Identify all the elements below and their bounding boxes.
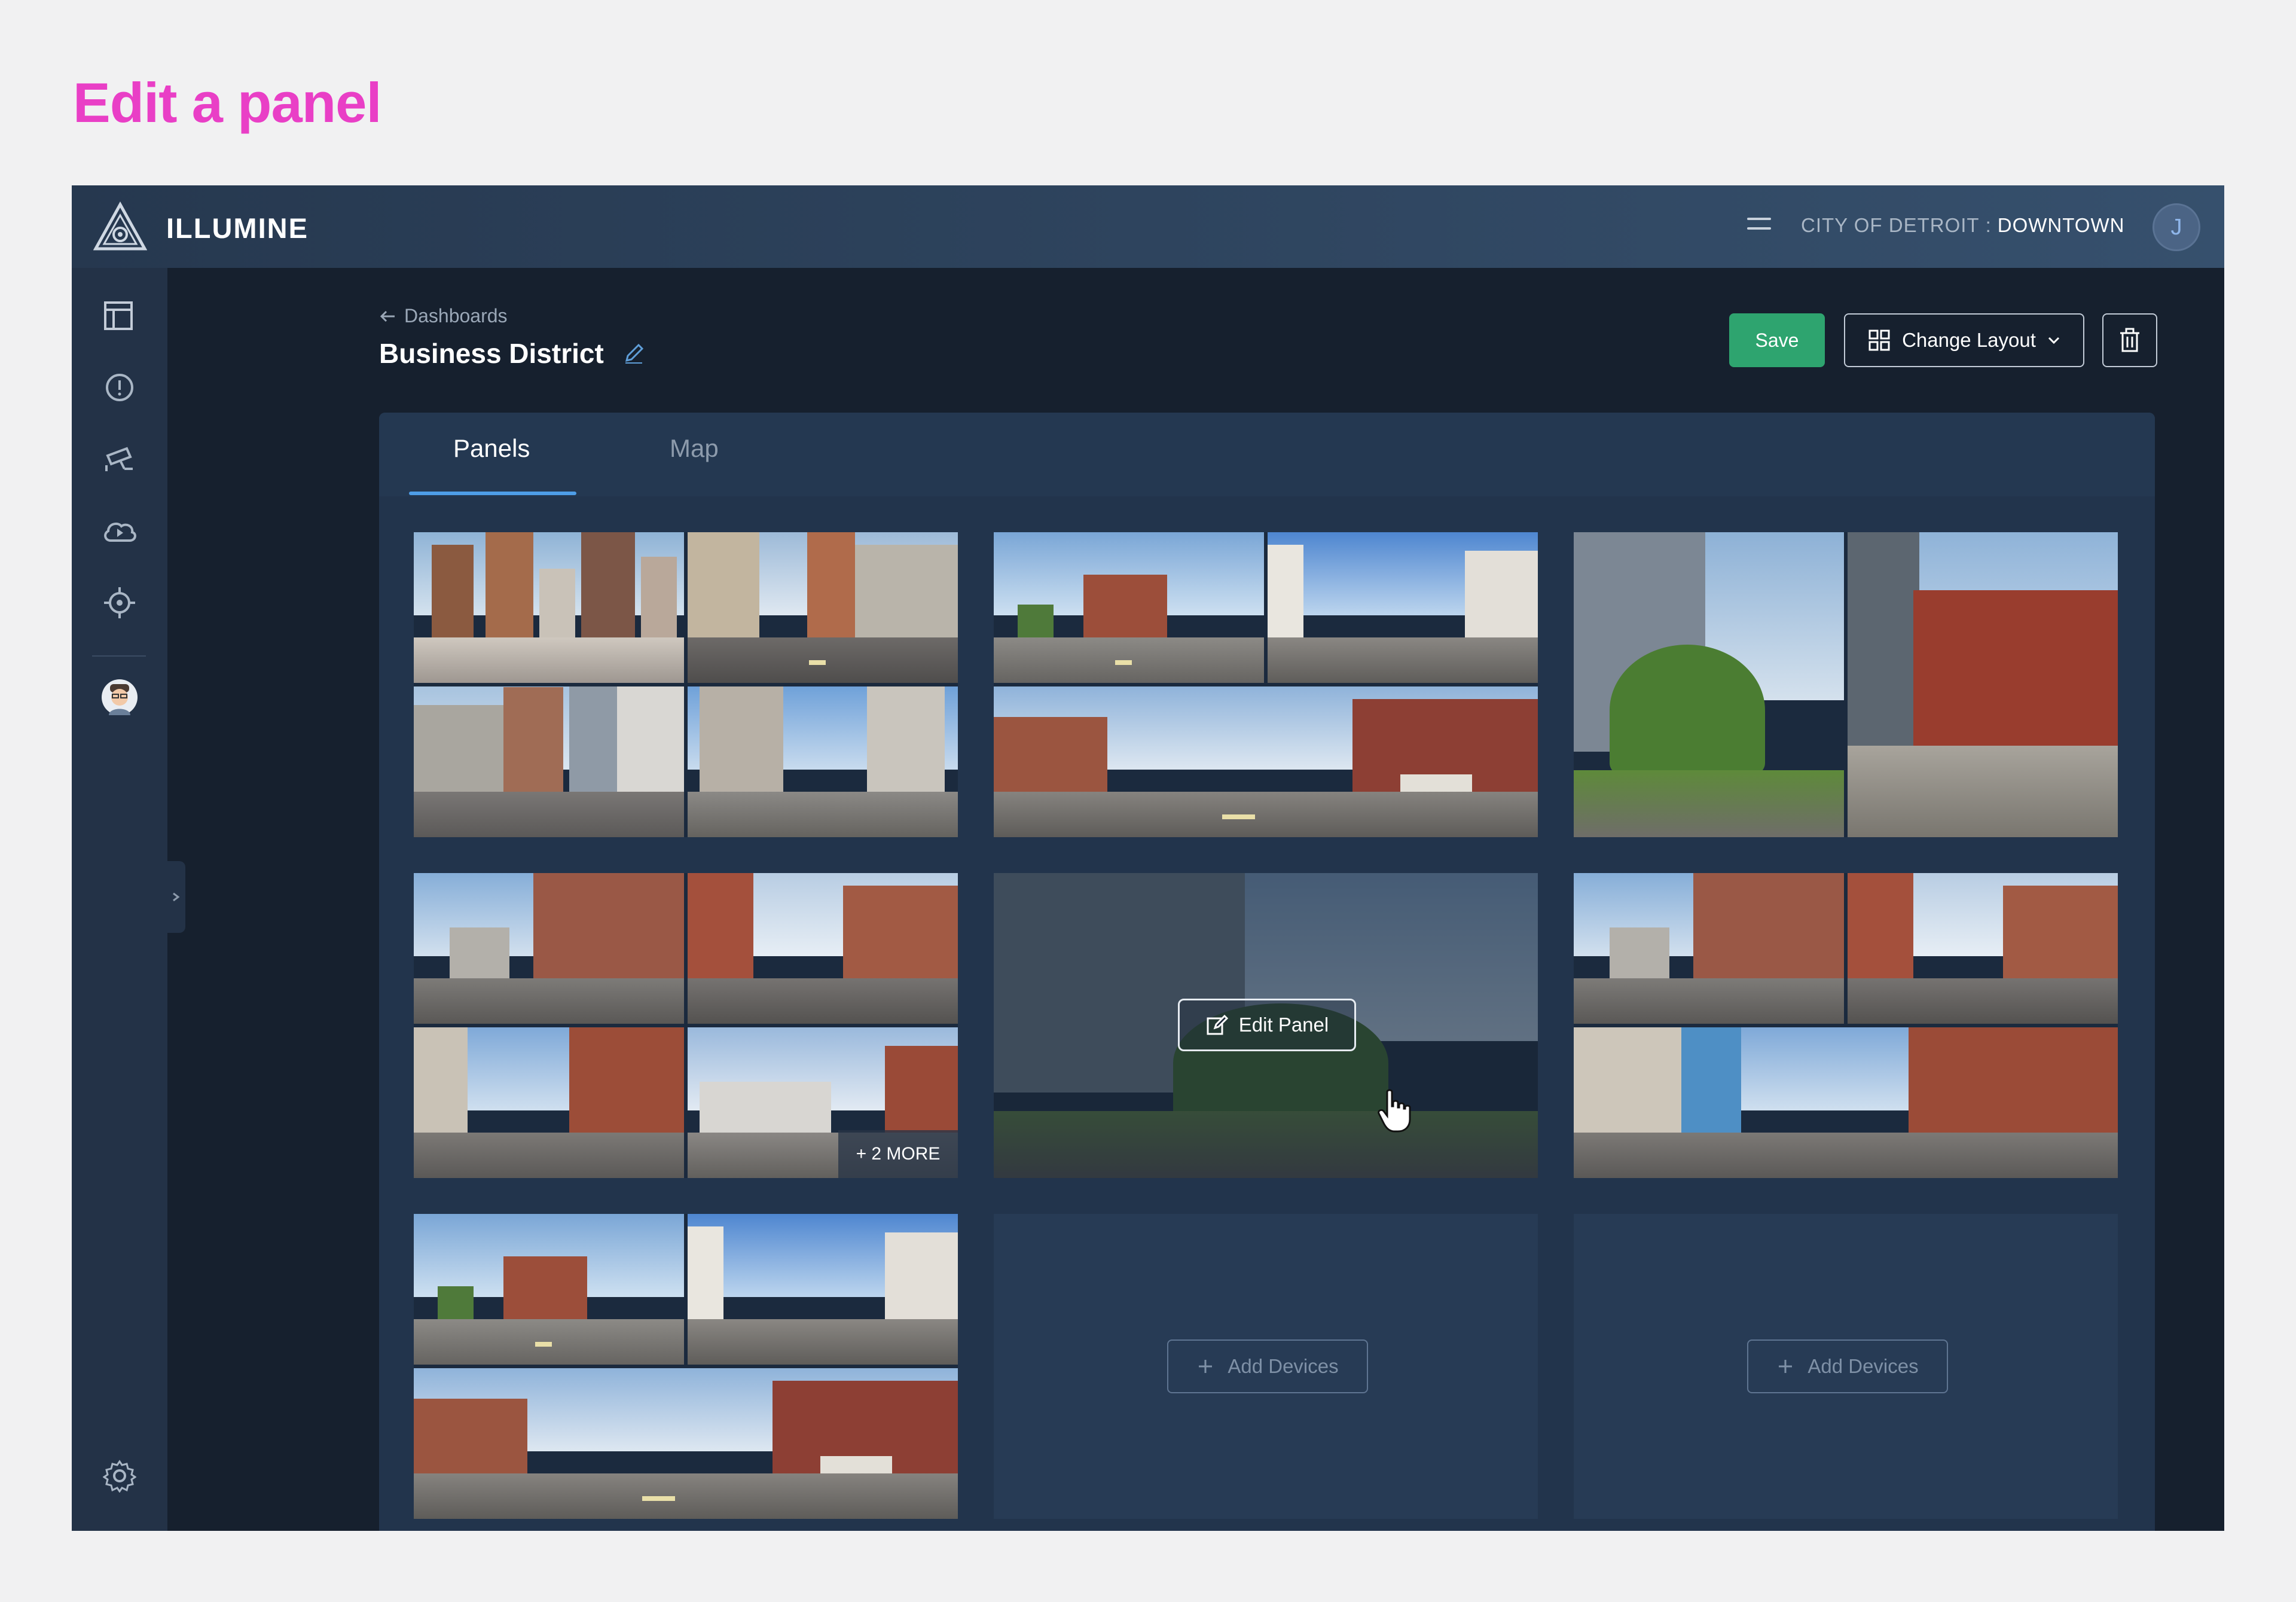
camera-feed[interactable] [688, 686, 958, 837]
change-layout-button[interactable]: Change Layout [1844, 313, 2084, 367]
more-devices-badge[interactable]: + 2 MORE [838, 1130, 958, 1178]
tab-bar: Panels Map [379, 413, 2155, 496]
camera-feed[interactable] [414, 686, 684, 837]
camera-feed[interactable] [994, 532, 1264, 683]
illumine-logo-icon[interactable] [93, 201, 147, 252]
camera-feed[interactable] [1574, 1027, 2118, 1178]
user-avatar[interactable]: J [2152, 203, 2200, 251]
camera-feed[interactable] [414, 1027, 684, 1178]
camera-feed[interactable] [414, 1214, 684, 1365]
camera-feed[interactable] [1574, 532, 1844, 837]
sidebar [72, 268, 167, 1531]
change-layout-label: Change Layout [1902, 329, 2036, 351]
camera-feed[interactable] [1268, 532, 1538, 683]
add-devices-label: Add Devices [1808, 1355, 1919, 1377]
camera-feed[interactable] [1574, 873, 1844, 1024]
camera-feed[interactable] [414, 532, 684, 683]
panel-tile[interactable] [1574, 873, 2118, 1178]
save-button[interactable]: Save [1729, 313, 1825, 367]
camera-feed[interactable] [1848, 873, 2118, 1024]
add-devices-label: Add Devices [1228, 1355, 1339, 1377]
panel-tile-hovered[interactable]: Edit Panel [994, 873, 1538, 1178]
empty-panel-tile: Add Devices [994, 1214, 1538, 1519]
edit-icon [1207, 1014, 1228, 1035]
panels-container: Panels Map + 2 MORE Edit Panel Add Devic… [379, 413, 2155, 1531]
camera-feed[interactable] [688, 873, 958, 1024]
camera-feed[interactable]: + 2 MORE [688, 1027, 958, 1178]
hand-cursor-icon [1378, 1089, 1411, 1133]
page-title: Edit a panel [73, 71, 382, 134]
breadcrumb-dashboards[interactable]: Dashboards [404, 305, 508, 327]
camera-icon[interactable] [100, 440, 139, 478]
sidebar-divider [92, 655, 146, 657]
location-separator: : [1985, 214, 1992, 236]
plus-icon [1199, 1360, 1213, 1373]
camera-feed[interactable] [994, 686, 1538, 837]
app-window: ILLUMINE CITY OF DETROIT: DOWNTOWN J Das… [72, 185, 2224, 1531]
empty-panel-tile: Add Devices [1574, 1214, 2118, 1519]
top-bar: ILLUMINE CITY OF DETROIT: DOWNTOWN J [72, 185, 2224, 268]
location-area: DOWNTOWN [1997, 214, 2125, 236]
grid-layout-icon [1868, 329, 1890, 351]
pencil-icon[interactable] [622, 341, 646, 365]
camera-feed[interactable] [688, 1214, 958, 1365]
camera-feed[interactable] [688, 532, 958, 683]
add-devices-button[interactable]: Add Devices [1747, 1339, 1948, 1393]
location-city: CITY OF DETROIT [1801, 214, 1980, 236]
camera-feed[interactable] [414, 1368, 958, 1519]
main-content: Dashboards Business District Save Change… [167, 268, 2224, 1531]
dashboard-title-text: Business District [379, 338, 604, 369]
tab-map[interactable]: Map [670, 434, 719, 463]
add-devices-button[interactable]: Add Devices [1167, 1339, 1368, 1393]
trash-icon [2120, 328, 2139, 352]
panel-tile[interactable] [994, 532, 1538, 837]
alert-icon[interactable] [100, 368, 139, 407]
edit-panel-label: Edit Panel [1238, 1014, 1329, 1036]
tab-panels[interactable]: Panels [453, 434, 530, 463]
brand-name: ILLUMINE [166, 212, 309, 244]
user-avatar-icon[interactable] [100, 678, 139, 716]
panel-tile[interactable] [414, 532, 958, 837]
delete-button[interactable] [2102, 313, 2157, 367]
dashboard-title: Business District [379, 337, 646, 370]
chevron-down-icon [2048, 337, 2059, 344]
edit-panel-button[interactable]: Edit Panel [1178, 999, 1356, 1051]
active-tab-indicator [409, 492, 576, 495]
arrow-left-icon [380, 310, 395, 322]
cloud-play-icon[interactable] [100, 512, 139, 550]
settings-icon[interactable] [100, 1457, 139, 1495]
breadcrumb[interactable]: Dashboards [379, 305, 508, 327]
target-icon[interactable] [100, 584, 139, 622]
camera-feed[interactable] [414, 873, 684, 1024]
panel-tile[interactable] [414, 1214, 958, 1519]
layout-icon[interactable] [100, 297, 139, 335]
location-selector[interactable]: CITY OF DETROIT: DOWNTOWN [1801, 214, 2124, 237]
panel-tile[interactable]: + 2 MORE [414, 873, 958, 1178]
camera-feed[interactable] [1848, 532, 2118, 837]
panel-tile[interactable] [1574, 532, 2118, 837]
menu-icon[interactable] [1747, 218, 1771, 236]
plus-icon [1779, 1360, 1793, 1373]
